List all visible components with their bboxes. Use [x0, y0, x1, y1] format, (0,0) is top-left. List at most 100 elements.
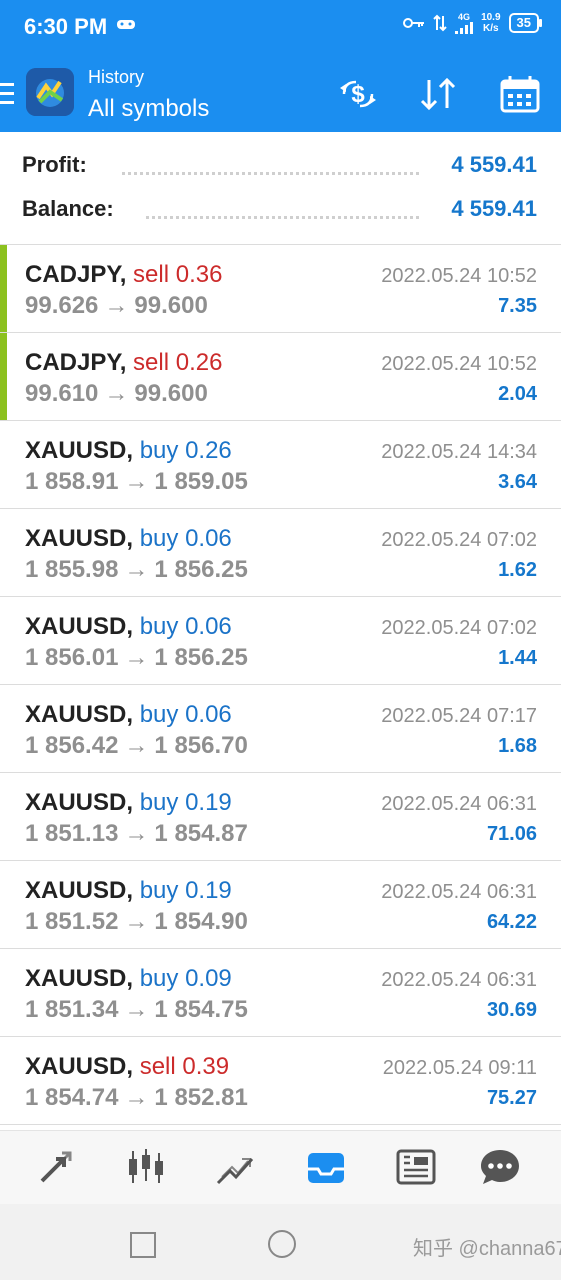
metatrader-logo: [26, 68, 74, 116]
arrow-icon: →: [124, 820, 149, 847]
deal-open-price: 1 851.52: [25, 908, 119, 935]
status-right: 4G 10.9 K/s 35: [403, 11, 543, 34]
deal-direction: sell: [139, 1053, 176, 1080]
deal-time: 2022.05.24 07:02: [381, 529, 537, 551]
deal-symbol: XAUUSD,: [25, 437, 134, 464]
battery-icon: 35: [508, 13, 543, 33]
deal-close-price: 1 854.87: [154, 820, 248, 847]
deal-row[interactable]: CADJPY, sell 0.26 99.610 → 99.600 2022.05.…: [0, 333, 561, 421]
deal-row[interactable]: XAUUSD, buy 0.26 1 858.91 → 1 859.05 2022.…: [0, 421, 561, 509]
deal-row[interactable]: CADJPY, sell 0.36 99.626 → 99.600 2022.05.…: [0, 245, 561, 333]
net-speed-value: 10.9: [481, 12, 501, 23]
deal-volume: 0.19: [185, 789, 232, 816]
dotted-leader: [122, 172, 419, 175]
network-type: 4G: [458, 11, 471, 22]
deal-open-price: 1 856.42: [25, 732, 119, 759]
deal-volume: 0.06: [185, 701, 232, 728]
deal-open-price: 99.610: [25, 380, 99, 407]
chat-icon[interactable]: [478, 1147, 522, 1187]
data-arrows-icon: [433, 14, 447, 32]
deal-profit: 64.22: [486, 911, 537, 933]
bottom-nav: [0, 1130, 561, 1205]
deal-time: 2022.05.24 09:11: [382, 1057, 537, 1079]
deal-open-price: 1 858.91: [25, 468, 119, 495]
deal-volume: 0.39: [182, 1053, 230, 1080]
trade-icon[interactable]: [214, 1147, 258, 1187]
quotes-icon[interactable]: [34, 1147, 78, 1187]
sort-icon[interactable]: [416, 74, 460, 114]
deal-time: 2022.05.24 06:31: [381, 969, 537, 991]
deal-time: 2022.05.24 14:34: [381, 441, 537, 463]
menu-icon[interactable]: [0, 83, 14, 105]
balance-label: Balance:: [22, 196, 122, 222]
deal-volume: 0.26: [175, 349, 223, 376]
gamepad-icon: [117, 20, 135, 29]
deal-symbol: XAUUSD,: [25, 701, 134, 728]
signal-icon: [455, 21, 474, 34]
deal-direction: buy: [139, 525, 179, 552]
profit-value: 4 559.41: [451, 152, 537, 177]
key-icon: [403, 18, 425, 28]
deal-close-price: 1 856.25: [154, 644, 248, 671]
deal-open-price: 1 851.34: [25, 996, 119, 1023]
deal-direction: buy: [139, 613, 179, 640]
deal-row[interactable]: XAUUSD, buy 0.19 1 851.52 → 1 854.90 2022.…: [0, 861, 561, 949]
deal-symbol: XAUUSD,: [25, 965, 134, 992]
deal-symbol: XAUUSD,: [25, 525, 134, 552]
deal-profit: 2.04: [498, 383, 537, 405]
toolbar-title[interactable]: All symbols: [88, 95, 209, 123]
deal-direction: buy: [139, 789, 179, 816]
deal-row[interactable]: XAUUSD, buy 0.09 1 851.34 → 1 854.75 2022.…: [0, 949, 561, 1037]
net-speed-unit: K/s: [483, 23, 499, 34]
deal-volume: 0.06: [185, 613, 232, 640]
news-icon[interactable]: [394, 1147, 438, 1187]
deal-time: 2022.05.24 10:52: [381, 265, 537, 287]
history-icon[interactable]: [304, 1147, 348, 1187]
deal-symbol: XAUUSD,: [25, 1053, 134, 1080]
deal-direction: buy: [139, 877, 179, 904]
recent-apps-button[interactable]: [130, 1232, 156, 1258]
account-summary: Profit: 4 559.41 Balance: 4 559.41: [0, 132, 561, 245]
arrow-icon: →: [124, 556, 149, 583]
dotted-leader: [146, 216, 419, 219]
deal-time: 2022.05.24 10:52: [381, 353, 537, 375]
app-toolbar: History All symbols $: [0, 56, 561, 132]
home-button[interactable]: [268, 1230, 296, 1258]
deal-profit: 30.69: [486, 999, 537, 1021]
currency-exchange-icon[interactable]: $: [336, 74, 380, 114]
deal-row[interactable]: XAUUSD, buy 0.19 1 851.13 → 1 854.87 2022.…: [0, 773, 561, 861]
deal-profit: 3.64: [498, 471, 537, 493]
deal-direction: sell: [133, 261, 170, 288]
deal-symbol: XAUUSD,: [25, 613, 134, 640]
calendar-icon[interactable]: [498, 74, 542, 114]
deal-open-price: 1 851.13: [25, 820, 119, 847]
deal-close-price: 1 859.05: [154, 468, 248, 495]
deal-direction: buy: [139, 701, 179, 728]
battery-level: 35: [516, 15, 531, 30]
deal-open-price: 1 854.74: [25, 1084, 119, 1111]
deal-close-price: 1 856.25: [154, 556, 248, 583]
deal-row[interactable]: XAUUSD, buy 0.06 1 856.01 → 1 856.25 2022.…: [0, 597, 561, 685]
status-bar: 6:30 PM 4G 10.9 K/s 35: [0, 0, 561, 56]
arrow-icon: →: [124, 644, 149, 671]
arrow-icon: →: [104, 292, 129, 319]
deal-time: 2022.05.24 06:31: [381, 793, 537, 815]
arrow-icon: →: [124, 468, 149, 495]
deal-direction: buy: [139, 965, 179, 992]
deal-row[interactable]: XAUUSD, buy 0.06 1 856.42 → 1 856.70 2022.…: [0, 685, 561, 773]
deal-profit: 7.35: [498, 295, 537, 317]
deal-row[interactable]: XAUUSD, sell 0.39 1 854.74 → 1 852.81 2022…: [0, 1037, 561, 1125]
deal-close-price: 1 854.90: [154, 908, 248, 935]
deals-list: CADJPY, sell 0.36 99.626 → 99.600 2022.05.…: [0, 245, 561, 1125]
balance-value: 4 559.41: [451, 196, 537, 221]
deal-marker: [0, 245, 7, 332]
toolbar-subtitle: History: [88, 67, 145, 87]
deal-row[interactable]: XAUUSD, buy 0.06 1 855.98 → 1 856.25 2022.…: [0, 509, 561, 597]
chart-candles-icon[interactable]: [124, 1147, 168, 1187]
deal-marker: [0, 333, 7, 420]
deal-volume: 0.06: [185, 525, 232, 552]
deal-open-price: 1 856.01: [25, 644, 119, 671]
arrow-icon: →: [124, 732, 149, 759]
deal-profit: 1.44: [498, 647, 537, 669]
deal-symbol: XAUUSD,: [25, 877, 134, 904]
